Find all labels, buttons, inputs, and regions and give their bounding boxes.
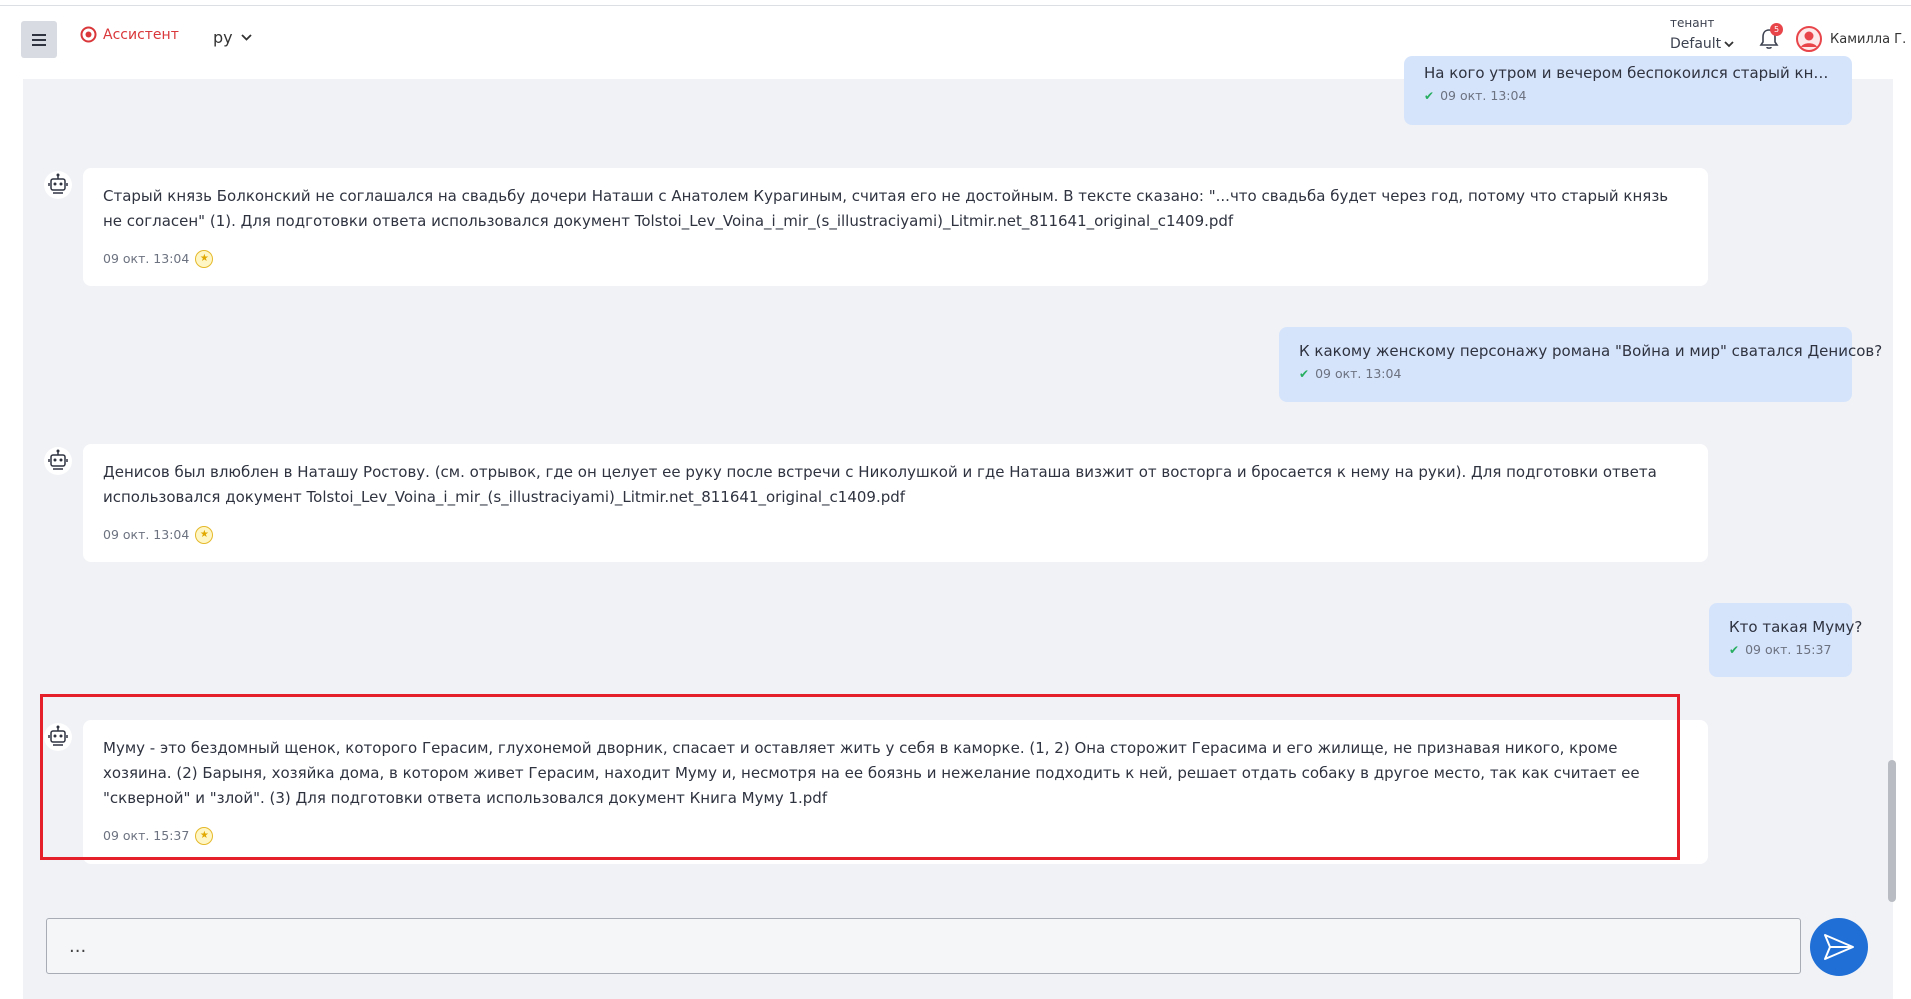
avatar-icon	[1796, 26, 1822, 52]
robot-icon	[44, 171, 72, 199]
message-input[interactable]	[46, 918, 1801, 974]
read-check-icon: ✔	[1729, 642, 1740, 657]
message-time: 09 окт. 13:04	[1315, 366, 1402, 381]
chevron-down-icon	[1724, 40, 1734, 47]
read-check-icon: ✔	[1424, 88, 1435, 103]
app-logo[interactable]: Ассистент	[80, 26, 179, 43]
scrollbar[interactable]	[1888, 760, 1896, 902]
message-text: Денисов был влюблен в Наташу Ростову. (с…	[103, 463, 1657, 506]
message-time: 09 окт. 15:37	[1745, 642, 1832, 657]
message-text: Старый князь Болконский не соглашался на…	[103, 187, 1669, 230]
user-menu[interactable]: Камилла Г.	[1796, 26, 1906, 52]
notification-badge: 5	[1770, 23, 1783, 36]
message-text: Муму - это бездомный щенок, которого Гер…	[103, 739, 1640, 807]
notifications-button[interactable]: 5	[1758, 23, 1783, 54]
tenant-value: Default	[1670, 36, 1722, 52]
user-name: Камилла Г.	[1830, 31, 1907, 47]
message-time: 09 окт. 13:04	[103, 527, 190, 542]
tenant-label: тенант	[1670, 16, 1715, 30]
rate-star-icon[interactable]: ★	[195, 249, 214, 268]
hamburger-icon	[32, 33, 46, 46]
message-time: 09 окт. 15:37	[103, 828, 190, 843]
message-text: Кто такая Муму?	[1729, 618, 1863, 636]
user-message: Кто такая Муму? ✔ 09 окт. 15:37	[1709, 603, 1863, 677]
language-selector[interactable]: ру	[213, 28, 252, 47]
user-message: На кого утром и вечером беспокоился стар…	[1404, 56, 1852, 125]
read-check-icon: ✔	[1299, 366, 1310, 381]
message-time: 09 окт. 13:04	[103, 251, 190, 266]
robot-icon	[44, 447, 72, 475]
chevron-down-icon	[240, 34, 252, 41]
tenant-selector[interactable]: тенант Default	[1670, 16, 1734, 52]
message-time: 09 окт. 13:04	[1440, 88, 1527, 103]
send-icon	[1824, 934, 1854, 960]
menu-button[interactable]	[21, 21, 57, 58]
rate-star-icon[interactable]: ★	[195, 525, 214, 544]
chat-logo-icon	[80, 26, 97, 43]
language-value: ру	[213, 28, 233, 47]
send-button[interactable]	[1810, 918, 1868, 976]
message-text: К какому женскому персонажу романа "Войн…	[1299, 342, 1883, 360]
app-name: Ассистент	[103, 26, 179, 43]
message-text: На кого утром и вечером беспокоился стар…	[1424, 64, 1832, 82]
user-message: К какому женскому персонажу романа "Войн…	[1279, 327, 1883, 402]
robot-icon	[44, 723, 72, 751]
rate-star-icon[interactable]: ★	[195, 826, 214, 845]
